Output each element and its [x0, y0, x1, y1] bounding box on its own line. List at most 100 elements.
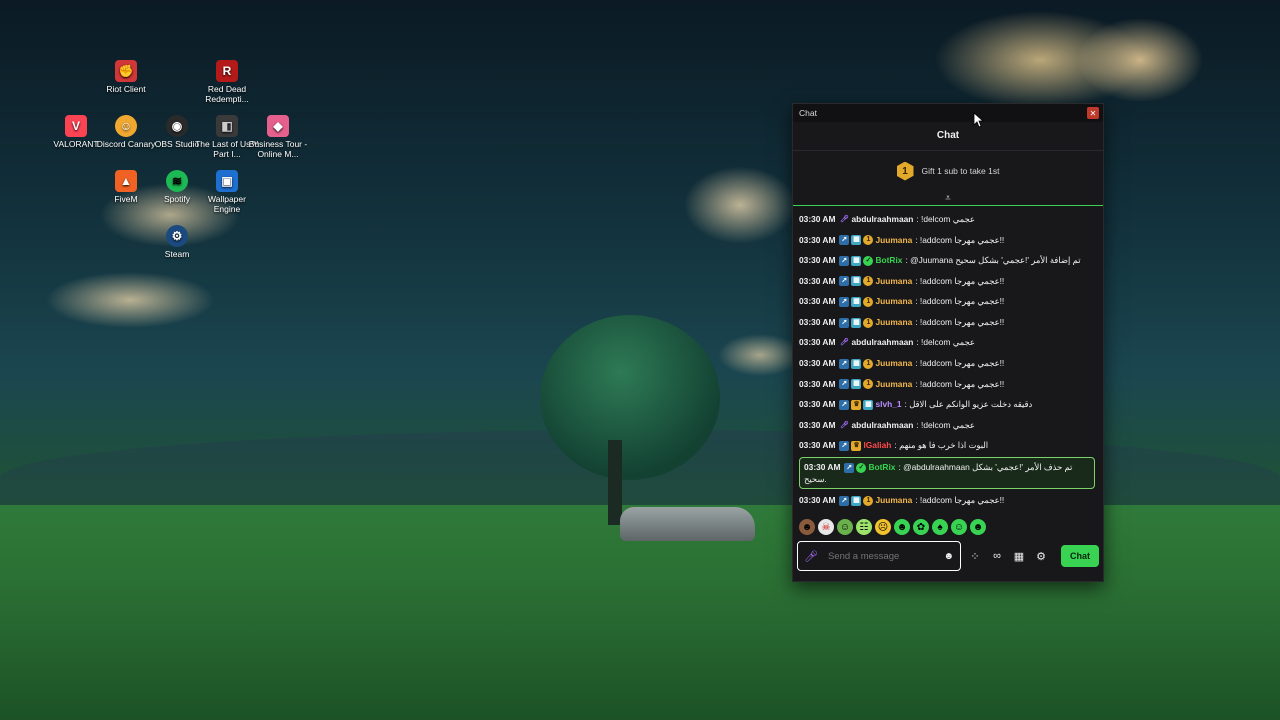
microphone-badge-icon[interactable]: 🎤︎	[839, 421, 849, 431]
grid-badge-icon[interactable]: ▦	[851, 235, 862, 246]
message-input[interactable]	[825, 549, 944, 563]
verified-badge-icon[interactable]: ✓	[856, 462, 867, 473]
message-username[interactable]: BotRix	[868, 462, 895, 472]
message-username[interactable]: Juumana	[875, 495, 912, 505]
desktop-icon-steam[interactable]: ⚙ Steam	[144, 225, 210, 259]
arrow-badge-icon[interactable]: ➚	[839, 317, 850, 328]
message-username[interactable]: Juumana	[875, 235, 912, 245]
sub-badge-icon[interactable]: 1	[863, 276, 874, 287]
chat-message[interactable]: 03:30 AM ➚ ▦ 1 Juumana: !addcom عجمي مهرجا!!	[799, 312, 1095, 333]
message-username[interactable]: lGaliah	[863, 440, 891, 450]
arrow-badge-icon[interactable]: ➚	[839, 400, 850, 411]
emote-icon[interactable]: ✿	[913, 519, 929, 535]
message-timestamp: 03:30 AM	[799, 440, 836, 451]
send-chat-button[interactable]: Chat	[1061, 545, 1099, 567]
chat-message[interactable]: 03:30 AM ➚ ▦ 1 Juumana: !addcom عجمي مهرجا!!	[799, 271, 1095, 292]
arrow-badge-icon[interactable]: ➚	[839, 276, 850, 287]
message-timestamp: 03:30 AM	[799, 213, 836, 224]
message-username[interactable]: slvh_1	[875, 399, 901, 409]
grid-badge-icon[interactable]: ▦	[851, 495, 862, 506]
message-username[interactable]: abdulraahmaan	[851, 337, 913, 347]
background-tree-trunk	[608, 440, 622, 525]
chat-message[interactable]: 03:30 AM ➚ ♛ ▦ slvh_1: دقيقه دخلت عزيو الوان…	[799, 394, 1095, 415]
arrow-badge-icon[interactable]: ➚	[839, 358, 850, 369]
message-username[interactable]: Juumana	[875, 276, 912, 286]
message-username[interactable]: Juumana	[875, 317, 912, 327]
message-input-box[interactable]: 🎤︎ ☻	[797, 541, 961, 571]
emote-icon[interactable]: ☠	[818, 519, 834, 535]
infinity-icon[interactable]: ∞	[989, 550, 1005, 562]
crown-badge-icon[interactable]: ♛	[851, 441, 862, 452]
message-username[interactable]: abdulraahmaan	[851, 214, 913, 224]
grid-badge-icon[interactable]: ▦	[851, 358, 862, 369]
sub-badge-icon[interactable]: 1	[863, 379, 874, 390]
emote-bar: ☻ ☠ ☺ ☷ ☹ ☻ ✿ ♠ ☺ ☻	[799, 519, 986, 535]
sub-badge-icon[interactable]: 1	[863, 297, 874, 308]
arrow-badge-icon[interactable]: ➚	[839, 235, 850, 246]
sub-badge-icon[interactable]: 1	[863, 358, 874, 369]
desktop-icon-riot-client[interactable]: ✊ Riot Client	[93, 60, 159, 94]
desktop-icon-red-dead[interactable]: R Red Dead Redempti...	[194, 60, 260, 104]
desktop-icon-business-tour[interactable]: ◆ Business Tour - Online M...	[245, 115, 311, 159]
collapse-pinned-button[interactable]: ⩡	[793, 191, 1103, 206]
chat-message[interactable]: 03:30 AM ➚ ▦ ✓ BotRix: @Juumana تم إضافة الأ…	[799, 250, 1095, 271]
grid-badge-icon[interactable]: ▦	[851, 297, 862, 308]
chat-message[interactable]: 03:30 AM ➚ ✓ BotRix: @abdulraahmaan تم حذف …	[799, 457, 1095, 490]
grid-badge-icon[interactable]: ▦	[851, 317, 862, 328]
grid-badge-icon[interactable]: ▦	[851, 276, 862, 287]
message-timestamp: 03:30 AM	[799, 337, 836, 348]
message-text: !addcom عجمي مهرجا!!	[919, 495, 1005, 506]
message-text: !delcom عجمي	[921, 213, 975, 224]
microphone-badge-icon[interactable]: 🎤︎	[839, 338, 849, 348]
microphone-icon[interactable]: 🎤︎	[804, 550, 818, 563]
emoji-picker-icon[interactable]: ☻	[943, 551, 954, 562]
sub-badge-icon[interactable]: 1	[863, 235, 874, 246]
message-username[interactable]: Juumana	[875, 296, 912, 306]
store-icon[interactable]: ▦	[1011, 550, 1027, 563]
emote-icon[interactable]: ☷	[856, 519, 872, 535]
message-timestamp: 03:30 AM	[804, 462, 841, 473]
settings-gear-icon[interactable]: ⚙	[1033, 550, 1049, 563]
microphone-badge-icon[interactable]: 🎤︎	[839, 215, 849, 225]
arrow-badge-icon[interactable]: ➚	[839, 379, 850, 390]
gift-sub-banner[interactable]: 1 Gift 1 sub to take 1st	[793, 151, 1103, 191]
sub-badge-icon[interactable]: 1	[863, 495, 874, 506]
arrow-badge-icon[interactable]: ➚	[844, 462, 855, 473]
desktop-icon-wallpaper-engine[interactable]: ▣ Wallpaper Engine	[194, 170, 260, 214]
arrow-badge-icon[interactable]: ➚	[839, 297, 850, 308]
window-titlebar[interactable]: Chat ✕	[793, 104, 1103, 122]
message-text: !addcom عجمي مهرجا!!	[919, 296, 1005, 307]
arrow-badge-icon[interactable]: ➚	[839, 255, 850, 266]
grid-badge-icon[interactable]: ▦	[851, 379, 862, 390]
grid-badge-icon[interactable]: ▦	[851, 255, 862, 266]
chat-message[interactable]: 03:30 AM ➚ ▦ 1 Juumana: !addcom عجمي مهرجا!!	[799, 291, 1095, 312]
message-username[interactable]: Juumana	[875, 379, 912, 389]
message-username[interactable]: BotRix	[875, 255, 902, 265]
chat-message[interactable]: 03:30 AM ➚ ▦ 1 Juumana: !addcom عجمي مهرجا!!	[799, 353, 1095, 374]
verified-badge-icon[interactable]: ✓	[863, 255, 874, 266]
emote-icon[interactable]: ☹	[875, 519, 891, 535]
chat-message[interactable]: 03:30 AM ➚ ▦ 1 Juumana: !addcom عجمي مهرجا!!	[799, 230, 1095, 251]
arrow-badge-icon[interactable]: ➚	[839, 441, 850, 452]
chat-message[interactable]: 03:30 AM ➚ ▦ 1 Juumana: !addcom عجمي مهرجا!!	[799, 374, 1095, 395]
message-username[interactable]: abdulraahmaan	[851, 420, 913, 430]
message-username[interactable]: Juumana	[875, 358, 912, 368]
chat-messages-list: 03:30 AM 🎤︎ abdulraahmaan: !delcom عجمي 03:…	[799, 209, 1095, 511]
arrow-badge-icon[interactable]: ➚	[839, 495, 850, 506]
close-icon[interactable]: ✕	[1087, 107, 1099, 119]
grid-badge-icon[interactable]: ▦	[863, 400, 874, 411]
chat-message[interactable]: 03:30 AM ➚ ▦ 1 Juumana: !addcom عجمي مهرجا!!	[799, 490, 1095, 511]
chat-message[interactable]: 03:30 AM 🎤︎ abdulraahmaan: !delcom عجمي	[799, 209, 1095, 230]
channel-points-icon[interactable]: ⁘	[967, 550, 983, 563]
chat-message[interactable]: 03:30 AM 🎤︎ abdulraahmaan: !delcom عجمي	[799, 333, 1095, 354]
emote-icon[interactable]: ☺	[951, 519, 967, 535]
crown-badge-icon[interactable]: ♛	[851, 400, 862, 411]
chat-message[interactable]: 03:30 AM ➚ ♛ lGaliah: البوت اذا خرب فا هو م…	[799, 436, 1095, 457]
sub-badge-icon[interactable]: 1	[863, 317, 874, 328]
emote-icon[interactable]: ♠	[932, 519, 948, 535]
emote-icon[interactable]: ☺	[837, 519, 853, 535]
emote-icon[interactable]: ☻	[970, 519, 986, 535]
emote-icon[interactable]: ☻	[799, 519, 815, 535]
chat-message[interactable]: 03:30 AM 🎤︎ abdulraahmaan: !delcom عجمي	[799, 415, 1095, 436]
emote-icon[interactable]: ☻	[894, 519, 910, 535]
